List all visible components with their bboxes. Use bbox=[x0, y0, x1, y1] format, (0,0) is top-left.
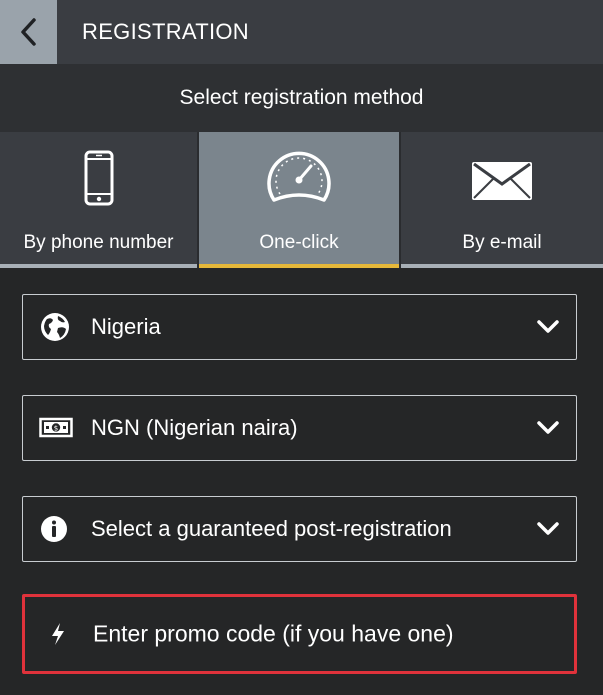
svg-text:$: $ bbox=[54, 425, 58, 433]
tab-email-label: By e-mail bbox=[462, 232, 542, 253]
tab-one-click-underline bbox=[199, 264, 399, 268]
bonus-select[interactable]: Select a guaranteed post-registration bbox=[22, 496, 577, 562]
back-button[interactable] bbox=[0, 0, 57, 64]
tab-phone[interactable]: By phone number bbox=[0, 132, 197, 268]
tab-email-underline bbox=[401, 264, 603, 268]
page-title: REGISTRATION bbox=[82, 19, 249, 44]
country-value: Nigeria bbox=[91, 314, 161, 339]
chevron-down-icon bbox=[536, 521, 560, 537]
chevron-down-icon bbox=[536, 319, 560, 335]
banknote-icon: $ bbox=[39, 417, 73, 439]
country-select[interactable]: Nigeria bbox=[22, 294, 577, 360]
bonus-value: Select a guaranteed post-registration bbox=[91, 516, 452, 541]
tab-one-click[interactable]: One-click bbox=[199, 132, 399, 268]
phone-icon bbox=[84, 150, 113, 206]
promo-code-field[interactable]: Enter promo code (if you have one) bbox=[22, 594, 577, 674]
chevron-left-icon bbox=[20, 18, 36, 46]
tab-phone-underline bbox=[0, 264, 197, 268]
globe-icon bbox=[39, 311, 71, 343]
promo-code-placeholder: Enter promo code (if you have one) bbox=[93, 620, 454, 647]
info-icon bbox=[39, 514, 69, 544]
chevron-down-icon bbox=[536, 420, 560, 436]
speedometer-icon bbox=[267, 151, 331, 202]
currency-select[interactable]: $ NGN (Nigerian naira) bbox=[22, 395, 577, 461]
tab-email[interactable]: By e-mail bbox=[401, 132, 603, 268]
tab-one-click-label: One-click bbox=[259, 232, 339, 253]
envelope-icon bbox=[472, 162, 532, 200]
tab-phone-label: By phone number bbox=[23, 232, 174, 253]
lightning-icon bbox=[49, 622, 67, 646]
registration-method-heading: Select registration method bbox=[0, 64, 603, 132]
currency-value: NGN (Nigerian naira) bbox=[91, 415, 298, 440]
registration-method-tabs: By phone number One-click By e-mail bbox=[0, 132, 603, 268]
top-bar: REGISTRATION bbox=[0, 0, 603, 64]
